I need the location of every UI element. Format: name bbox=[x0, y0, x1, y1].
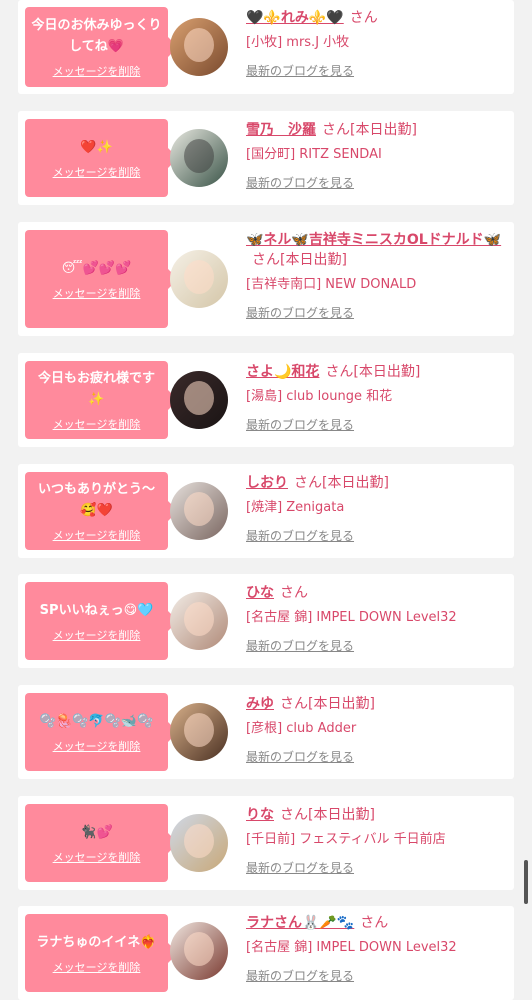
list-item: 🐈‍⬛💕 メッセージを削除 りな さん[本日出勤] [千日前] フェスティバル 千… bbox=[18, 796, 514, 890]
honorific-status: さん bbox=[280, 585, 308, 601]
cast-name-link[interactable]: みゆ bbox=[246, 696, 274, 712]
honorific-status: さん[本日出勤] bbox=[252, 252, 347, 268]
shop-name: [焼津] Zenigata bbox=[246, 500, 345, 515]
honorific-status: さん[本日出勤] bbox=[294, 475, 389, 491]
latest-blog-link[interactable]: 最新のブログを見る bbox=[246, 859, 354, 876]
cast-name-link[interactable]: 🖤⚜️れみ⚜️🖤 bbox=[246, 10, 344, 26]
avatar[interactable] bbox=[170, 922, 228, 980]
list-item: 今日のお休みゆっくりしてね💗 メッセージを削除 🖤⚜️れみ⚜️🖤 さん [小牧] … bbox=[18, 0, 514, 94]
avatar[interactable] bbox=[170, 592, 228, 650]
latest-blog-link[interactable]: 最新のブログを見る bbox=[246, 637, 354, 654]
message-text: ラナちゅのイイネ❤️‍🔥 bbox=[36, 934, 157, 950]
shop-name: [吉祥寺南口] NEW DONALD bbox=[246, 277, 417, 292]
cast-info: さよ🌙和花 さん[本日出勤] [湯島] club lounge 和花 最新のブログ… bbox=[246, 362, 508, 433]
avatar[interactable] bbox=[170, 371, 228, 429]
avatar[interactable] bbox=[170, 814, 228, 872]
shop-name: [彦根] club Adder bbox=[246, 721, 357, 736]
delete-message-link[interactable]: メッセージを削除 bbox=[53, 738, 141, 754]
cast-name-link[interactable]: ひな bbox=[246, 585, 274, 601]
cast-name-link[interactable]: 🦋ネル🦋吉祥寺ミニスカOLドナルド🦋 bbox=[246, 232, 501, 248]
cast-name-link[interactable]: しおり bbox=[246, 475, 288, 491]
delete-message-link[interactable]: メッセージを削除 bbox=[53, 63, 141, 79]
message-text: 🐈‍⬛💕 bbox=[80, 824, 113, 840]
latest-blog-link[interactable]: 最新のブログを見る bbox=[246, 62, 354, 79]
message-list: 今日のお休みゆっくりしてね💗 メッセージを削除 🖤⚜️れみ⚜️🖤 さん [小牧] … bbox=[0, 0, 532, 1000]
shop-name: [小牧] mrs.J 小牧 bbox=[246, 35, 350, 50]
message-bubble: 🐈‍⬛💕 メッセージを削除 bbox=[25, 804, 178, 882]
delete-message-link[interactable]: メッセージを削除 bbox=[53, 164, 141, 180]
list-item: SPいいねぇっ😋🩵 メッセージを削除 ひな さん [名古屋 錦] IMPEL DO… bbox=[18, 574, 514, 668]
cast-name-link[interactable]: 雪乃 沙羅 bbox=[246, 122, 316, 138]
honorific-status: さん[本日出勤] bbox=[280, 807, 375, 823]
honorific-status: さん bbox=[360, 915, 389, 931]
avatar[interactable] bbox=[170, 250, 228, 308]
latest-blog-link[interactable]: 最新のブログを見る bbox=[246, 416, 354, 433]
delete-message-link[interactable]: メッセージを削除 bbox=[53, 627, 141, 643]
honorific-status: さん bbox=[349, 10, 378, 26]
latest-blog-link[interactable]: 最新のブログを見る bbox=[246, 527, 354, 544]
message-text: 今日のお休みゆっくりしてね💗 bbox=[31, 18, 162, 54]
cast-name-link[interactable]: ラナさん🐰🥕🐾 bbox=[246, 915, 354, 931]
message-text: 😴💕💕💕 bbox=[61, 260, 132, 276]
message-bubble: 今日もお疲れ様です✨ メッセージを削除 bbox=[25, 361, 178, 439]
message-text: 今日もお疲れ様です✨ bbox=[37, 371, 155, 407]
list-item: いつもありがとう〜🥰❤️ メッセージを削除 しおり さん[本日出勤] [焼津] Z… bbox=[18, 464, 514, 558]
cast-info: ラナさん🐰🥕🐾 さん [名古屋 錦] IMPEL DOWN Level32 最新の… bbox=[246, 913, 508, 984]
delete-message-link[interactable]: メッセージを削除 bbox=[53, 849, 141, 865]
message-bubble: いつもありがとう〜🥰❤️ メッセージを削除 bbox=[25, 472, 178, 550]
shop-name: [国分町] RITZ SENDAI bbox=[246, 147, 382, 162]
message-text: いつもありがとう〜🥰❤️ bbox=[37, 482, 155, 518]
message-bubble: 今日のお休みゆっくりしてね💗 メッセージを削除 bbox=[25, 7, 178, 87]
shop-name: [湯島] club lounge 和花 bbox=[246, 389, 393, 404]
list-item: ラナちゅのイイネ❤️‍🔥 メッセージを削除 ラナさん🐰🥕🐾 さん [名古屋 錦] … bbox=[18, 906, 514, 1000]
cast-info: 🦋ネル🦋吉祥寺ミニスカOLドナルド🦋 さん[本日出勤] [吉祥寺南口] NEW D… bbox=[246, 230, 508, 321]
cast-info: みゆ さん[本日出勤] [彦根] club Adder 最新のブログを見る bbox=[246, 694, 508, 765]
delete-message-link[interactable]: メッセージを削除 bbox=[53, 959, 141, 975]
shop-name: [千日前] フェスティバル 千日前店 bbox=[246, 832, 446, 847]
avatar[interactable] bbox=[170, 129, 228, 187]
avatar[interactable] bbox=[170, 18, 228, 76]
message-text: 🫧🪼🫧🐬🫧🐋🫧 bbox=[39, 713, 154, 729]
message-text: ❤️✨ bbox=[80, 139, 113, 155]
message-bubble: ラナちゅのイイネ❤️‍🔥 メッセージを削除 bbox=[25, 914, 178, 992]
message-bubble: 🫧🪼🫧🐬🫧🐋🫧 メッセージを削除 bbox=[25, 693, 178, 771]
message-bubble: SPいいねぇっ😋🩵 メッセージを削除 bbox=[25, 582, 178, 660]
cast-info: 雪乃 沙羅 さん[本日出勤] [国分町] RITZ SENDAI 最新のブログを見… bbox=[246, 120, 508, 191]
message-text: SPいいねぇっ😋🩵 bbox=[39, 602, 154, 618]
message-bubble: 😴💕💕💕 メッセージを削除 bbox=[25, 230, 178, 328]
shop-name: [名古屋 錦] IMPEL DOWN Level32 bbox=[246, 610, 457, 625]
delete-message-link[interactable]: メッセージを削除 bbox=[53, 527, 141, 543]
cast-info: ひな さん [名古屋 錦] IMPEL DOWN Level32 最新のブログを見… bbox=[246, 583, 508, 654]
shop-name: [名古屋 錦] IMPEL DOWN Level32 bbox=[246, 940, 457, 955]
honorific-status: さん[本日出勤] bbox=[325, 364, 421, 380]
latest-blog-link[interactable]: 最新のブログを見る bbox=[246, 304, 354, 321]
cast-info: りな さん[本日出勤] [千日前] フェスティバル 千日前店 最新のブログを見る bbox=[246, 805, 508, 876]
list-item: 😴💕💕💕 メッセージを削除 🦋ネル🦋吉祥寺ミニスカOLドナルド🦋 さん[本日出勤]… bbox=[18, 222, 514, 336]
list-item: 今日もお疲れ様です✨ メッセージを削除 さよ🌙和花 さん[本日出勤] [湯島] c… bbox=[18, 353, 514, 447]
list-item: 🫧🪼🫧🐬🫧🐋🫧 メッセージを削除 みゆ さん[本日出勤] [彦根] club Ad… bbox=[18, 685, 514, 779]
delete-message-link[interactable]: メッセージを削除 bbox=[53, 285, 141, 301]
avatar[interactable] bbox=[170, 482, 228, 540]
cast-name-link[interactable]: りな bbox=[246, 807, 274, 823]
cast-info: 🖤⚜️れみ⚜️🖤 さん [小牧] mrs.J 小牧 最新のブログを見る bbox=[246, 8, 508, 79]
scrollbar-thumb[interactable] bbox=[524, 860, 528, 904]
latest-blog-link[interactable]: 最新のブログを見る bbox=[246, 967, 354, 984]
honorific-status: さん[本日出勤] bbox=[322, 122, 417, 138]
latest-blog-link[interactable]: 最新のブログを見る bbox=[246, 174, 354, 191]
avatar[interactable] bbox=[170, 703, 228, 761]
message-bubble: ❤️✨ メッセージを削除 bbox=[25, 119, 178, 197]
delete-message-link[interactable]: メッセージを削除 bbox=[53, 416, 141, 432]
cast-name-link[interactable]: さよ🌙和花 bbox=[246, 364, 319, 380]
honorific-status: さん[本日出勤] bbox=[280, 696, 375, 712]
cast-info: しおり さん[本日出勤] [焼津] Zenigata 最新のブログを見る bbox=[246, 473, 508, 544]
list-item: ❤️✨ メッセージを削除 雪乃 沙羅 さん[本日出勤] [国分町] RITZ SE… bbox=[18, 111, 514, 205]
latest-blog-link[interactable]: 最新のブログを見る bbox=[246, 748, 354, 765]
